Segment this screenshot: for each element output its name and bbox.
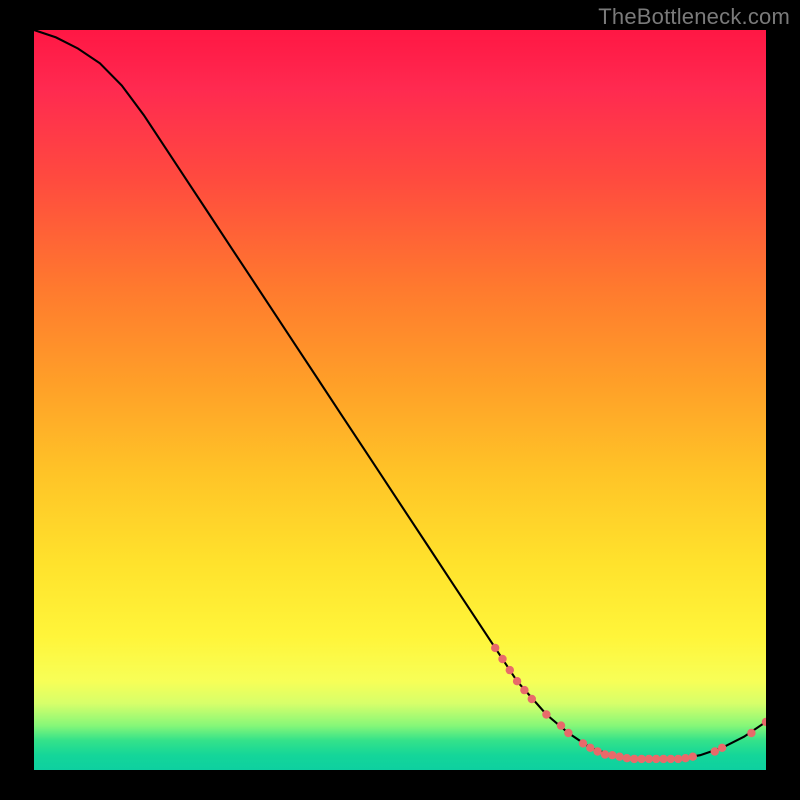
curve-marker xyxy=(615,753,623,761)
curve-overlay xyxy=(34,30,766,770)
chart-frame: TheBottleneck.com xyxy=(0,0,800,800)
curve-marker xyxy=(630,755,638,763)
curve-marker xyxy=(528,695,536,703)
curve-marker xyxy=(623,754,631,762)
curve-markers xyxy=(491,644,766,763)
curve-marker xyxy=(586,744,594,752)
curve-marker xyxy=(579,739,587,747)
curve-marker xyxy=(564,729,572,737)
curve-marker xyxy=(718,744,726,752)
curve-marker xyxy=(667,755,675,763)
curve-marker xyxy=(637,755,645,763)
curve-marker xyxy=(557,721,565,729)
curve-marker xyxy=(608,751,616,759)
curve-marker xyxy=(593,747,601,755)
curve-marker xyxy=(513,677,521,685)
curve-marker xyxy=(542,710,550,718)
curve-marker xyxy=(681,754,689,762)
curve-marker xyxy=(689,753,697,761)
watermark-text: TheBottleneck.com xyxy=(598,4,790,30)
curve-marker xyxy=(520,686,528,694)
curve-marker xyxy=(645,755,653,763)
bottleneck-curve xyxy=(34,30,766,759)
plot-area xyxy=(34,30,766,770)
curve-marker xyxy=(674,755,682,763)
curve-marker xyxy=(711,747,719,755)
curve-marker xyxy=(601,750,609,758)
curve-marker xyxy=(659,755,667,763)
curve-marker xyxy=(747,729,755,737)
curve-marker xyxy=(506,666,514,674)
curve-marker xyxy=(491,644,499,652)
curve-marker xyxy=(498,655,506,663)
curve-marker xyxy=(652,755,660,763)
